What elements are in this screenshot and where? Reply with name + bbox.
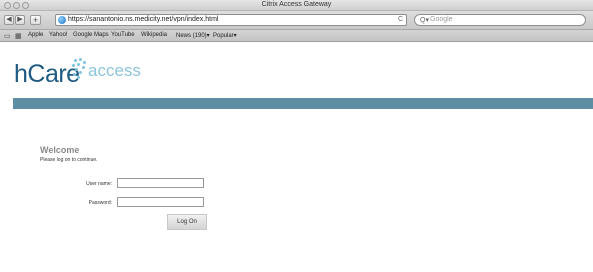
bookmark-yahoo[interactable]: Yahoo!	[49, 32, 68, 38]
password-label: Password:	[88, 200, 112, 206]
bookmarks-grid-icon[interactable]: ▦	[15, 32, 22, 40]
bookmark-apple[interactable]: Apple	[28, 32, 43, 38]
log-on-button[interactable]: Log On	[167, 214, 207, 230]
password-field[interactable]	[117, 197, 204, 207]
username-label: User name:	[86, 181, 112, 187]
reading-list-icon[interactable]: ▭	[4, 32, 11, 40]
search-icon: Q▾	[420, 17, 429, 24]
bookmark-youtube[interactable]: YouTube	[111, 32, 135, 38]
add-bookmark-button[interactable]: +	[30, 15, 41, 25]
hcare-logo: hCare	[14, 60, 80, 88]
logo-dots-graphic	[71, 57, 87, 81]
bookmark-news[interactable]: News (190)▾	[176, 32, 210, 39]
back-arrow-icon: ◀	[6, 16, 12, 23]
bookmark-wikipedia[interactable]: Wikipedia	[141, 32, 167, 38]
back-button[interactable]: ◀	[4, 15, 14, 25]
address-bar[interactable]: https://sanantonio.ns.medicity.net/vpn/i…	[55, 14, 407, 26]
bookmarks-bar: ▭ ▦ Apple Yahoo! Google Maps YouTube Wik…	[0, 30, 593, 42]
username-field[interactable]	[117, 178, 204, 188]
address-url: https://sanantonio.ns.medicity.net/vpn/i…	[68, 16, 219, 23]
header-banner	[13, 98, 593, 109]
site-globe-icon	[58, 16, 66, 24]
bookmark-google-maps[interactable]: Google Maps	[73, 32, 109, 38]
logo-access-text: access	[88, 61, 141, 80]
reload-icon[interactable]: C	[398, 16, 403, 23]
plus-icon: +	[32, 15, 39, 25]
window-titlebar: Citrix Access Gateway	[0, 0, 593, 11]
welcome-subtext: Please log on to continue.	[40, 157, 98, 163]
window-title: Citrix Access Gateway	[261, 1, 332, 8]
forward-arrow-icon: ▶	[17, 16, 23, 23]
forward-button[interactable]: ▶	[15, 15, 25, 25]
browser-toolbar: ◀ ▶ + https://sanantonio.ns.medicity.net…	[0, 11, 593, 30]
search-placeholder: Google	[430, 16, 453, 23]
welcome-heading: Welcome	[40, 145, 80, 155]
bookmark-popular[interactable]: Popular▾	[213, 32, 237, 39]
search-input[interactable]: Q▾ Google	[414, 14, 586, 26]
